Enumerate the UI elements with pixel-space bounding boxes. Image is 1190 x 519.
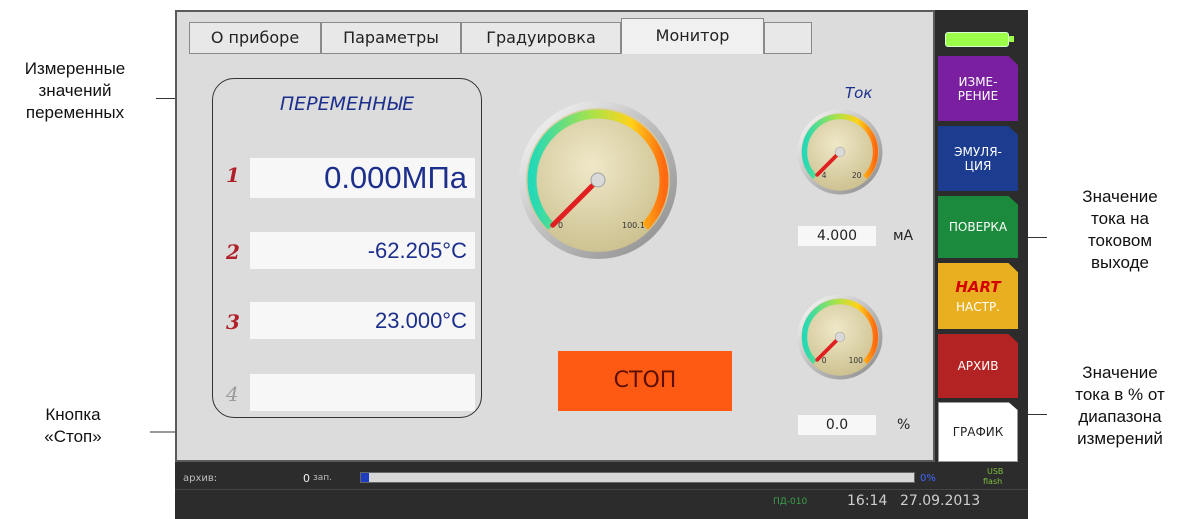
menu-emulation-button[interactable]: ЭМУЛЯ- ЦИЯ [938,126,1018,191]
main-gauge-max-label: 100.1 [622,221,645,230]
tab-calibration[interactable]: Градуировка [461,22,621,54]
usb-line-2: flash [983,477,1003,486]
callout-measured-values: Измеренные значений переменных [24,59,126,122]
menu-graph-button[interactable]: ГРАФИК [938,402,1018,462]
menu-measurement-button[interactable]: ИЗМЕ- РЕНИЕ [938,56,1018,121]
main-gauge: 0 100.1 [519,101,677,259]
current-label: Ток [845,84,873,102]
clock-date: 27.09.2013 [900,493,981,509]
variables-box: ПЕРЕМЕННЫЕ 1 0.000МПа 2 -62.205°C 3 23.0… [212,78,482,418]
callout-stop-button: Кнопка «Стоп» [44,405,102,446]
percent-gauge: 0 100 [797,294,883,380]
menu-hart-label: НАСТР. [956,300,1000,314]
variables-title: ПЕРЕМЕННЫЕ [279,93,415,115]
variable-1-number: 1 [226,163,240,187]
monitor-panel: О приборе Параметры Градуировка Монитор … [175,10,935,462]
archive-progress-bar [360,472,915,483]
status-divider [175,489,1028,490]
variable-3-number: 3 [226,310,240,334]
tab-monitor[interactable]: Монитор [621,18,764,54]
tab-about[interactable]: О приборе [189,22,321,54]
battery-tip-icon [1009,36,1014,42]
stop-button[interactable]: СТОП [558,351,732,411]
percent-gauge-max-label: 100 [849,356,864,365]
menu-verification-button[interactable]: ПОВЕРКА [938,196,1018,258]
current-value: 4.000 [798,226,876,246]
variable-4-number: 4 [226,382,239,406]
archive-progress-text: 0% [920,473,936,484]
archive-record-unit: зап. [313,473,333,483]
variable-3-value: 23.000°C [250,302,475,339]
percent-unit: % [897,417,911,433]
clock-time: 16:14 [847,493,888,509]
battery-icon [945,32,1009,47]
variable-1-value: 0.000МПа [250,158,475,198]
current-unit: мА [893,228,914,244]
variable-2-number: 2 [226,240,240,264]
menu-hart-settings-button[interactable]: HART НАСТР. [938,263,1018,329]
callout-percent-range: Значение тока в % от диапазона измерений [1075,363,1165,448]
current-gauge: 4 20 [797,109,883,195]
device-screen: О приборе Параметры Градуировка Монитор … [175,10,1028,519]
usb-line-1: USB [987,467,1004,476]
status-bar: архив: 0 зап. 0% USB flash ПД-010 16:14 … [175,465,1028,519]
tab-empty[interactable] [764,22,812,54]
archive-progress-fill [361,473,370,482]
device-model: ПД-010 [773,497,808,507]
variable-2-value: -62.205°C [250,232,475,269]
menu-archive-button[interactable]: АРХИВ [938,334,1018,398]
percent-value: 0.0 [798,415,876,435]
tab-parameters[interactable]: Параметры [321,22,461,54]
callout-current-output: Значение тока на токовом выходе [1082,187,1158,272]
menu-hart-title: HART [955,278,1001,296]
archive-record-count: 0 [303,472,310,485]
current-gauge-max-label: 20 [852,171,862,180]
archive-label: архив: [183,473,218,484]
variable-4-value [250,374,475,411]
